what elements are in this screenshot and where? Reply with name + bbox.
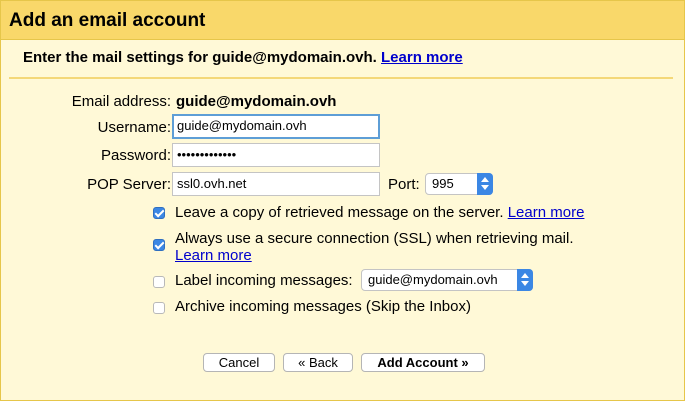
email-address-value: guide@mydomain.ovh: [176, 93, 337, 110]
leave-copy-option: Leave a copy of retrieved message on the…: [175, 204, 584, 221]
leave-copy-label: Leave a copy of retrieved message on the…: [175, 204, 504, 221]
password-label: Password:: [100, 147, 171, 164]
add-account-button[interactable]: Add Account »: [361, 353, 485, 372]
port-select-value: 995: [432, 176, 454, 191]
password-input[interactable]: •••••••••••••: [172, 143, 380, 167]
archive-checkbox[interactable]: [153, 302, 165, 314]
learn-more-link-ssl[interactable]: Learn more: [175, 247, 252, 264]
email-address-label: Email address:: [71, 93, 171, 110]
label-incoming-label: Label incoming messages:: [175, 272, 353, 289]
ssl-checkbox[interactable]: [153, 239, 165, 251]
back-button[interactable]: « Back: [283, 353, 353, 372]
learn-more-link-header[interactable]: Learn more: [381, 49, 463, 66]
ssl-label: Always use a secure connection (SSL) whe…: [175, 230, 574, 247]
label-incoming-checkbox[interactable]: [153, 276, 165, 288]
add-email-dialog: Add an email account Enter the mail sett…: [0, 0, 685, 401]
cancel-button[interactable]: Cancel: [203, 353, 275, 372]
leave-copy-checkbox[interactable]: [153, 207, 165, 219]
learn-more-link-leave-copy[interactable]: Learn more: [508, 204, 585, 221]
username-label: Username:: [97, 119, 171, 136]
select-arrows-icon: [477, 173, 493, 195]
dialog-title: Add an email account: [9, 10, 206, 31]
archive-label: Archive incoming messages (Skip the Inbo…: [175, 298, 471, 315]
pop-server-input[interactable]: ssl0.ovh.net: [172, 172, 380, 196]
ssl-option: Always use a secure connection (SSL) whe…: [175, 230, 655, 264]
port-select[interactable]: 995: [425, 173, 493, 195]
label-select-value: guide@mydomain.ovh: [368, 272, 498, 287]
label-select[interactable]: guide@mydomain.ovh: [361, 269, 533, 291]
username-input[interactable]: guide@mydomain.ovh: [172, 114, 380, 139]
port-label: Port:: [388, 176, 420, 193]
header-divider: [9, 77, 673, 79]
dialog-subtitle: Enter the mail settings for guide@mydoma…: [23, 49, 463, 66]
pop-server-label: POP Server:: [87, 176, 171, 193]
select-arrows-icon: [517, 269, 533, 291]
subtitle-text: Enter the mail settings for guide@mydoma…: [23, 49, 377, 66]
